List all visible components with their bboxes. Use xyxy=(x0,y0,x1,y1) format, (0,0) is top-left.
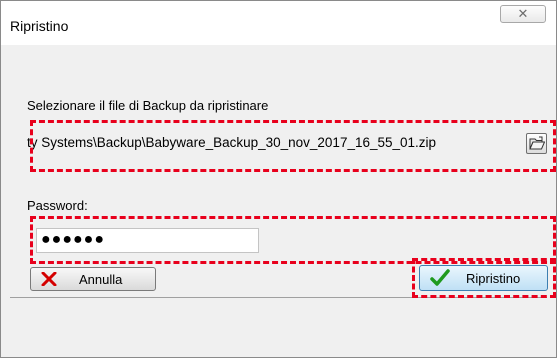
file-select-label: Selezionare il file di Backup da riprist… xyxy=(27,98,269,113)
password-label: Password: xyxy=(27,198,88,213)
close-button[interactable]: ✕ xyxy=(500,5,546,23)
close-icon: ✕ xyxy=(517,6,529,21)
green-check-icon xyxy=(430,269,450,286)
cancel-button-label: Annulla xyxy=(79,272,123,287)
status-divider xyxy=(10,297,547,298)
browse-file-button[interactable] xyxy=(526,133,547,154)
open-folder-icon xyxy=(529,136,545,150)
password-field[interactable]: ●●●●●● xyxy=(36,228,259,253)
title-bar: Ripristino ✕ xyxy=(1,1,556,45)
dialog-title: Ripristino xyxy=(10,18,69,34)
restore-button-label: Ripristino xyxy=(466,271,521,286)
restore-button[interactable]: Ripristino xyxy=(419,265,548,291)
cancel-button[interactable]: Annulla xyxy=(30,267,156,291)
backup-file-path[interactable]: ty Systems\Backup\Babyware_Backup_30_nov… xyxy=(27,135,524,153)
status-bar xyxy=(10,300,546,308)
red-x-icon xyxy=(41,272,57,286)
